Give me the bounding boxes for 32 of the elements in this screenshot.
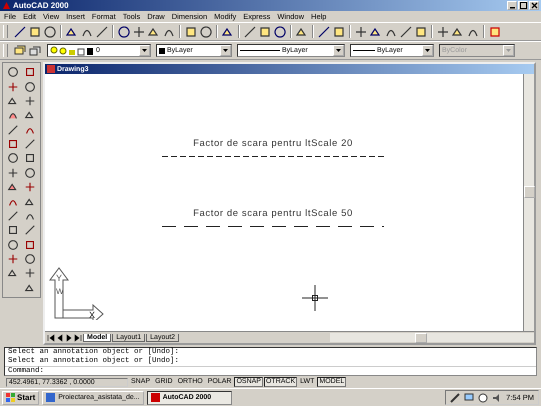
drawing-text: Factor de scara pentru ltScale 50	[193, 208, 353, 219]
drawing-text: Factor de scara pentru ltScale 20	[193, 138, 353, 149]
line-sample	[240, 50, 280, 51]
windows-logo-icon	[6, 393, 15, 402]
horizontal-scrollbar[interactable]	[330, 333, 534, 342]
app-icon	[46, 393, 56, 402]
tab-nav-icon[interactable]	[47, 334, 55, 342]
start-button[interactable]: Start	[2, 390, 40, 404]
line-sample	[353, 50, 375, 51]
app-logo-icon	[2, 1, 11, 10]
drawing-icon	[47, 65, 55, 73]
layers-icon[interactable]	[13, 44, 27, 58]
pen-icon[interactable]	[450, 392, 460, 402]
crosshair-cursor	[302, 285, 328, 311]
layer-state-icons	[50, 46, 94, 56]
maximize-icon	[520, 2, 526, 9]
minimize-button[interactable]	[507, 1, 517, 10]
monitor-icon[interactable]	[464, 392, 474, 402]
vertical-scrollbar[interactable]	[523, 74, 534, 331]
color-swatch	[159, 48, 165, 54]
close-button[interactable]	[529, 1, 539, 10]
maximize-button[interactable]	[518, 1, 528, 10]
dropdown-arrow-icon	[223, 49, 228, 52]
window-title: AutoCAD 2000	[13, 1, 69, 10]
dropdown-arrow-icon	[142, 49, 147, 52]
layer-previous-icon[interactable]	[28, 44, 42, 58]
tab-nav-icon[interactable]	[74, 334, 82, 342]
close-icon	[530, 2, 538, 9]
app-icon	[150, 393, 160, 402]
dropdown-arrow-icon	[336, 49, 341, 52]
dropdown-arrow-icon	[506, 49, 511, 52]
dropdown-arrow-icon	[425, 49, 430, 52]
